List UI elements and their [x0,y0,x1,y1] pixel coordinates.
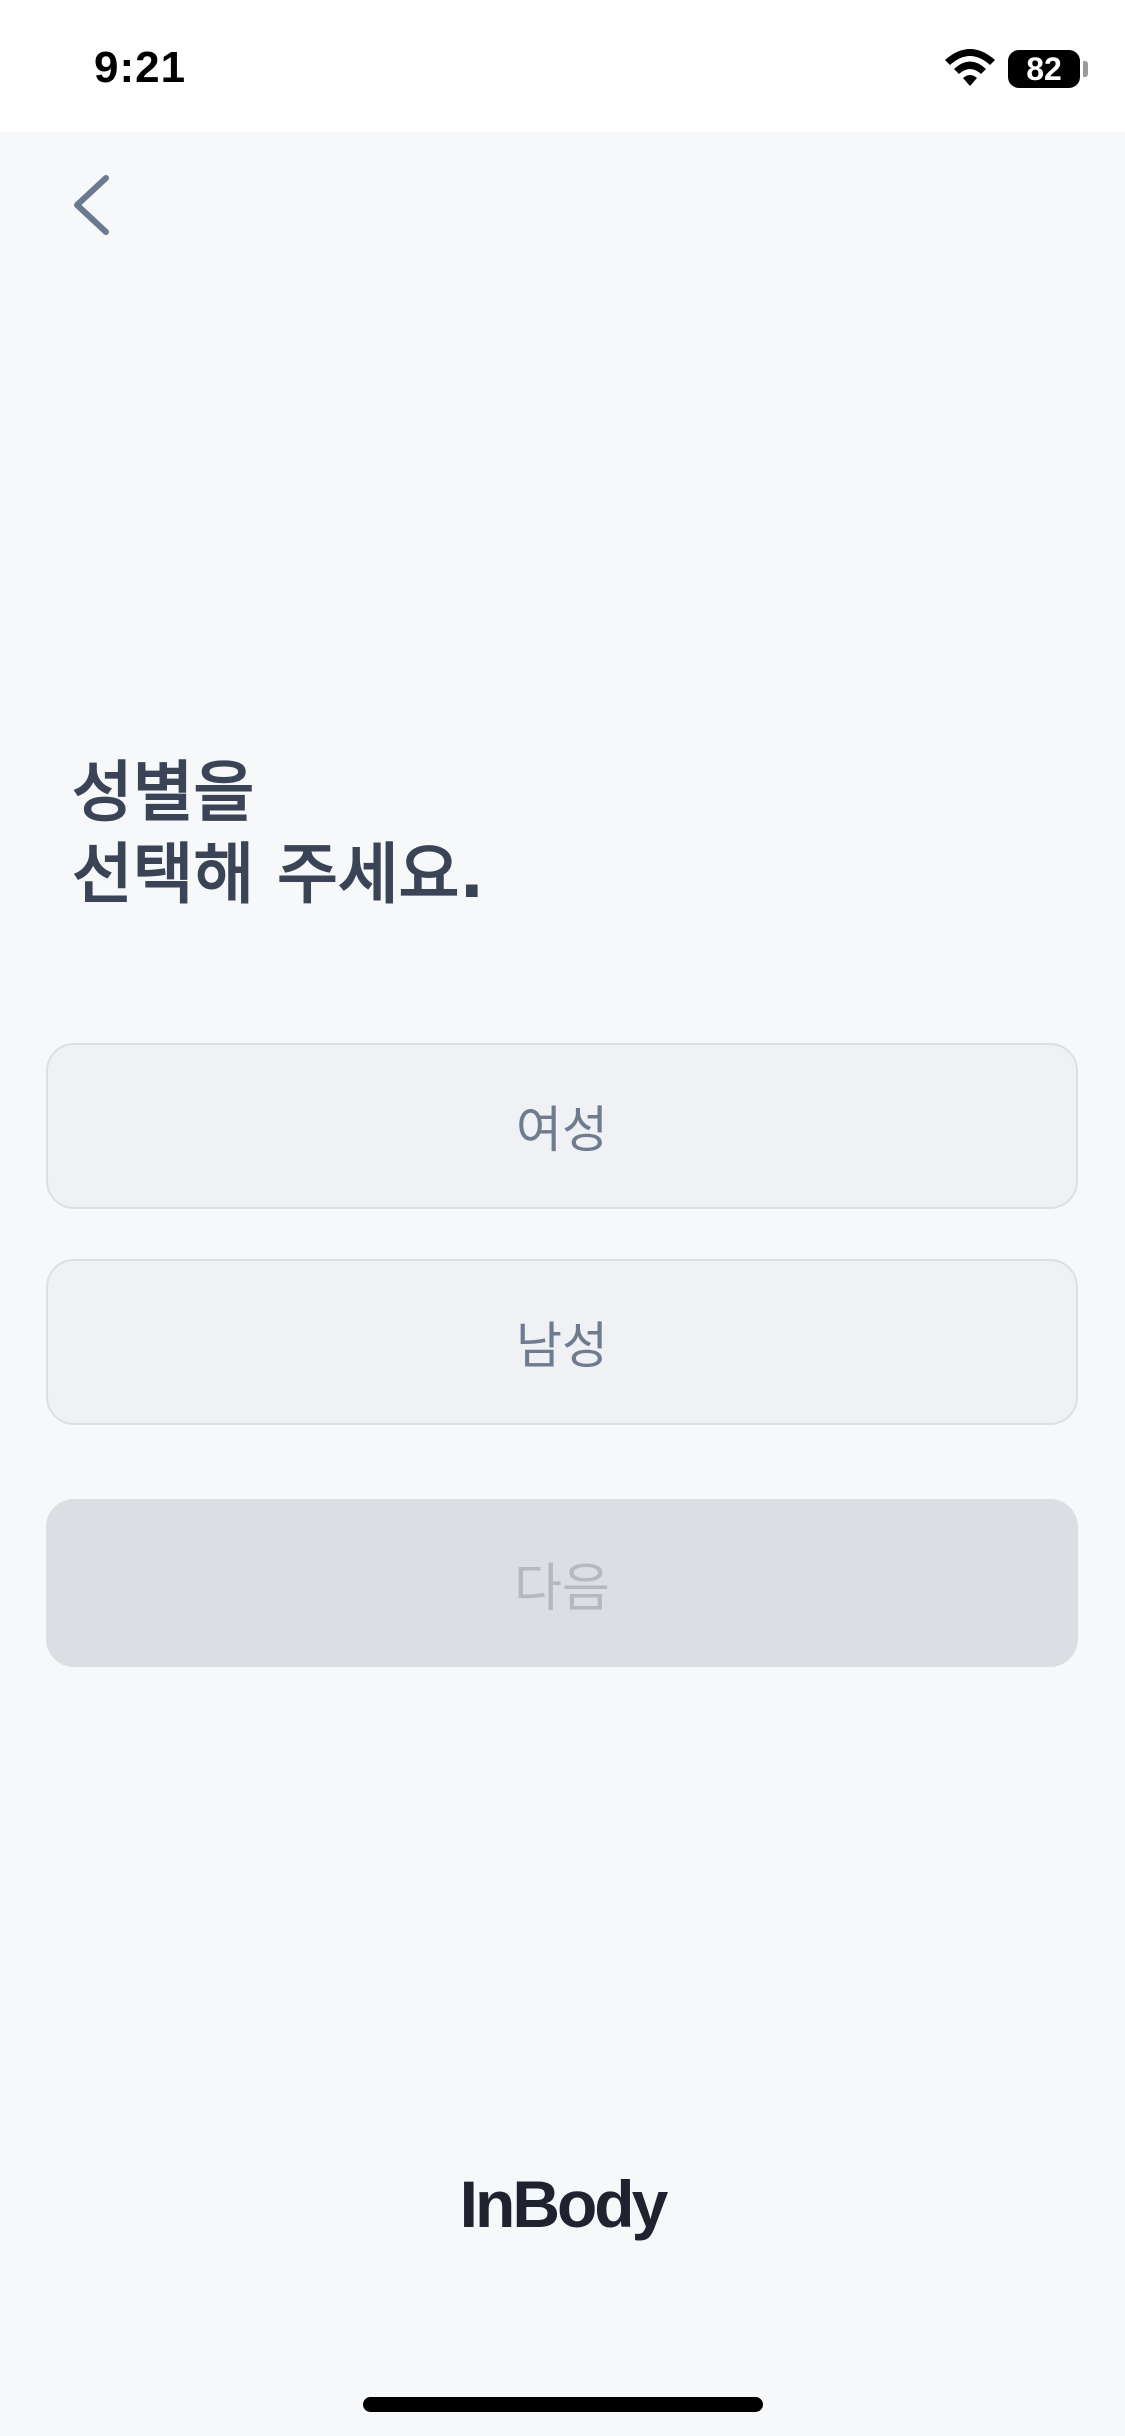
inbody-logo: InBody [459,2167,669,2241]
page-title: 성별을 선택해 주세요. [72,754,485,913]
battery-level: 82 [1026,51,1062,87]
female-option-button[interactable]: 여성 [46,1043,1078,1209]
next-button[interactable]: 다음 [46,1499,1078,1667]
next-button-label: 다음 [514,1558,610,1619]
back-button[interactable] [60,160,130,250]
battery-icon: 82 [1008,50,1080,88]
male-option-label: 남성 [516,1317,608,1375]
status-time: 9:21 [94,43,187,92]
male-option-button[interactable]: 남성 [46,1259,1078,1425]
home-indicator[interactable] [363,2397,763,2412]
status-bar: 9:21 82 [0,0,1125,132]
female-option-label: 여성 [516,1101,608,1159]
battery-cap [1083,61,1088,77]
chevron-left-icon [74,175,109,235]
wifi-icon [945,49,995,86]
